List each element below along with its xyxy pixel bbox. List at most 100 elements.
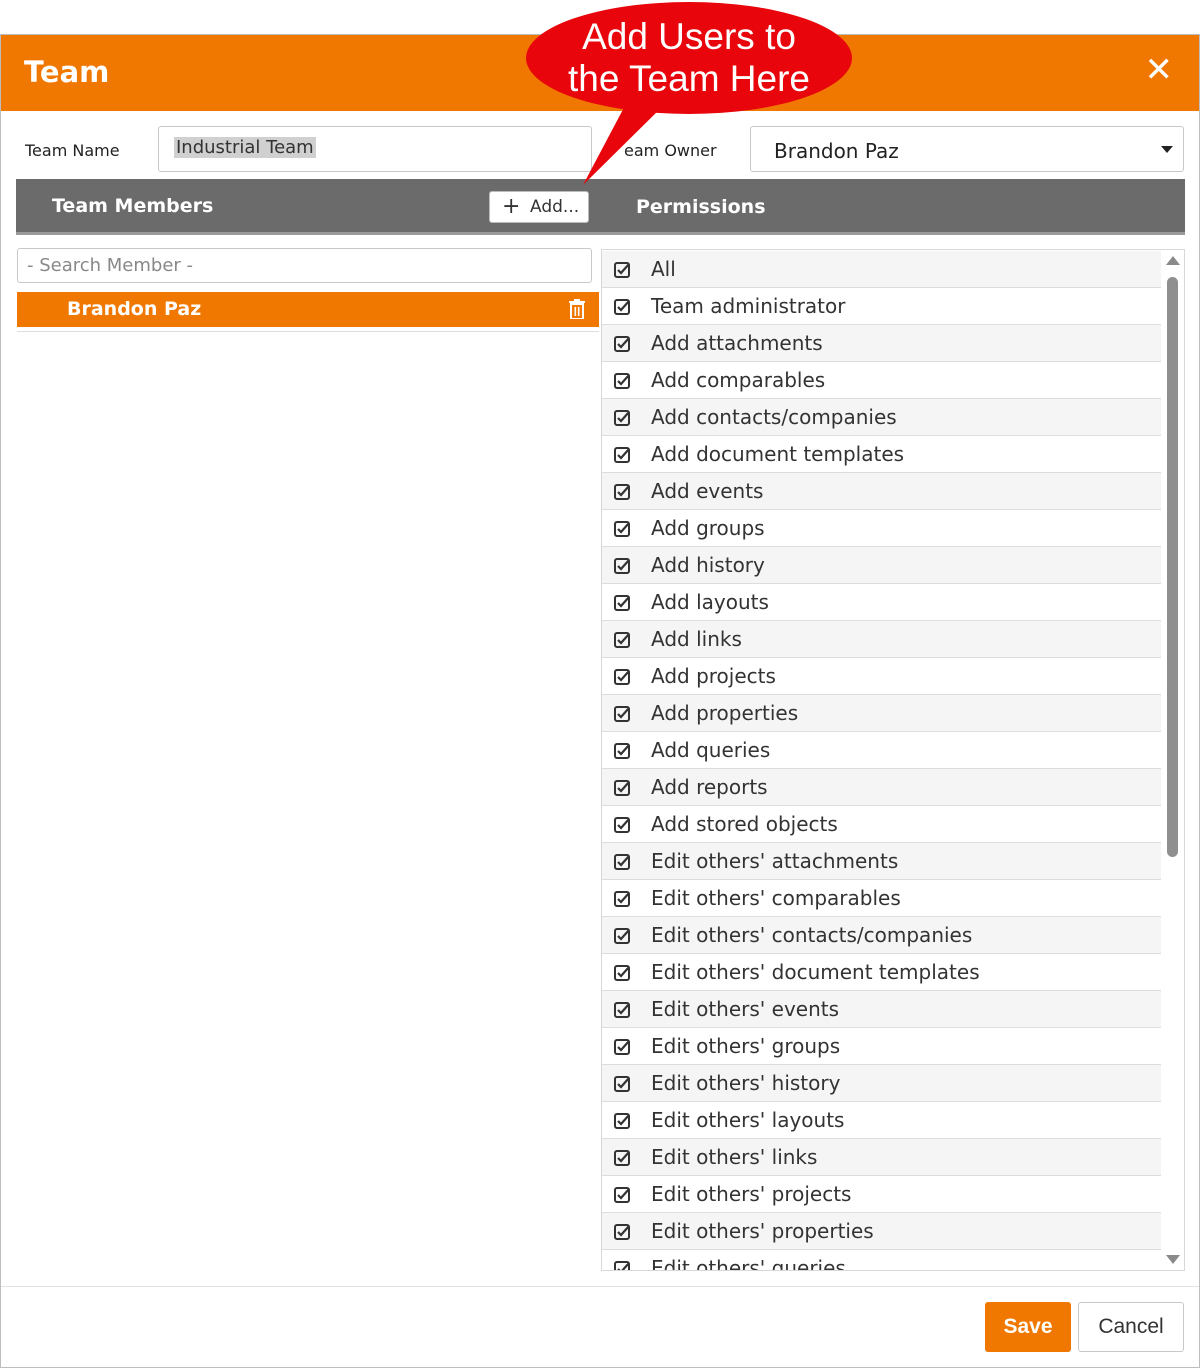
permission-row[interactable]: Add history [602,547,1161,584]
checkbox-checked-icon[interactable] [614,965,630,981]
checkbox-checked-icon[interactable] [614,1224,630,1240]
footer-divider [1,1286,1199,1287]
arrow-up-icon[interactable] [1166,256,1180,265]
permission-row[interactable]: Add layouts [602,584,1161,621]
permission-row[interactable]: Edit others' projects [602,1176,1161,1213]
add-member-button[interactable]: + Add... [489,191,589,223]
checkbox-checked-icon[interactable] [614,299,630,315]
permission-row[interactable]: Add properties [602,695,1161,732]
permission-label: Edit others' queries [651,1256,846,1271]
permissions-title: Permissions [636,196,766,218]
permission-label: Add comparables [651,368,826,392]
permission-row[interactable]: Edit others' events [602,991,1161,1028]
permission-row[interactable]: Add groups [602,510,1161,547]
permission-row[interactable]: Team administrator [602,288,1161,325]
permission-label: Add queries [651,738,771,762]
permission-label: Add reports [651,775,768,799]
trash-icon[interactable] [569,299,585,319]
checkbox-checked-icon[interactable] [614,669,630,685]
permissions-scrollbar[interactable] [1163,250,1183,1270]
permission-row[interactable]: Edit others' contacts/companies [602,917,1161,954]
permissions-header: Permissions [601,179,1185,235]
permission-label: Add contacts/companies [651,405,897,429]
permission-row[interactable]: Edit others' links [602,1139,1161,1176]
checkbox-checked-icon[interactable] [614,928,630,944]
checkbox-checked-icon[interactable] [614,595,630,611]
add-member-label: Add... [530,197,580,217]
team-owner-select[interactable]: Brandon Paz [750,126,1184,172]
permission-label: Add links [651,627,742,651]
team-owner-value: Brandon Paz [774,139,899,163]
checkbox-checked-icon[interactable] [614,1150,630,1166]
permission-label: Team administrator [651,294,846,318]
checkbox-checked-icon[interactable] [614,1261,630,1271]
checkbox-checked-icon[interactable] [614,891,630,907]
cancel-button[interactable]: Cancel [1078,1302,1184,1352]
checkbox-checked-icon[interactable] [614,336,630,352]
checkbox-checked-icon[interactable] [614,817,630,833]
checkbox-checked-icon[interactable] [614,1039,630,1055]
search-member-input[interactable]: - Search Member - [17,248,592,283]
checkbox-checked-icon[interactable] [614,706,630,722]
permission-label: Add groups [651,516,765,540]
permission-row[interactable]: Add contacts/companies [602,399,1161,436]
permission-row[interactable]: Add queries [602,732,1161,769]
member-list-divider [17,331,599,332]
permission-label: Edit others' groups [651,1034,841,1058]
permission-row[interactable]: Add attachments [602,325,1161,362]
permission-row[interactable]: Edit others' history [602,1065,1161,1102]
permission-label: Add attachments [651,331,823,355]
permission-row[interactable]: Add stored objects [602,806,1161,843]
arrow-down-icon[interactable] [1166,1255,1180,1264]
dialog-header: Team ✕ [1,35,1199,111]
permission-row[interactable]: Edit others' queries [602,1250,1161,1271]
checkbox-checked-icon[interactable] [614,1076,630,1092]
permission-label: Edit others' history [651,1071,841,1095]
permission-label: Add properties [651,701,799,725]
checkbox-checked-icon[interactable] [614,262,630,278]
checkbox-checked-icon[interactable] [614,1187,630,1203]
chevron-down-icon [1161,146,1173,153]
permission-row[interactable]: All [602,251,1161,288]
save-button[interactable]: Save [985,1302,1071,1352]
checkbox-checked-icon[interactable] [614,484,630,500]
plus-icon: + [502,194,521,219]
checkbox-checked-icon[interactable] [614,1113,630,1129]
permission-row[interactable]: Edit others' comparables [602,880,1161,917]
checkbox-checked-icon[interactable] [614,780,630,796]
permission-row[interactable]: Add projects [602,658,1161,695]
close-icon[interactable]: ✕ [1145,53,1174,87]
checkbox-checked-icon[interactable] [614,521,630,537]
permission-row[interactable]: Edit others' groups [602,1028,1161,1065]
checkbox-checked-icon[interactable] [614,447,630,463]
search-member-placeholder: - Search Member - [27,255,194,276]
permission-row[interactable]: Add reports [602,769,1161,806]
permission-row[interactable]: Add comparables [602,362,1161,399]
permission-label: Edit others' comparables [651,886,901,910]
checkbox-checked-icon[interactable] [614,632,630,648]
permission-row[interactable]: Edit others' document templates [602,954,1161,991]
team-name-field[interactable]: Industrial Team [158,126,592,172]
permission-label: Add stored objects [651,812,838,836]
permission-label: Add layouts [651,590,769,614]
team-dialog: Team ✕ Team Name Industrial Team eam Own… [0,34,1200,1368]
permission-row[interactable]: Add links [602,621,1161,658]
checkbox-checked-icon[interactable] [614,743,630,759]
checkbox-checked-icon[interactable] [614,854,630,870]
member-row[interactable]: Brandon Paz [17,292,599,327]
permission-row[interactable]: Edit others' layouts [602,1102,1161,1139]
team-name-value: Industrial Team [174,137,316,158]
scrollbar-thumb[interactable] [1167,277,1178,857]
team-members-title: Team Members [52,195,214,217]
permission-row[interactable]: Edit others' properties [602,1213,1161,1250]
checkbox-checked-icon[interactable] [614,410,630,426]
permission-row[interactable]: Add document templates [602,436,1161,473]
permission-row[interactable]: Edit others' attachments [602,843,1161,880]
checkbox-checked-icon[interactable] [614,1002,630,1018]
checkbox-checked-icon[interactable] [614,558,630,574]
permission-row[interactable]: Add events [602,473,1161,510]
permission-label: Edit others' attachments [651,849,899,873]
team-members-header: Team Members + Add... [16,179,601,235]
checkbox-checked-icon[interactable] [614,373,630,389]
permission-label: Add history [651,553,765,577]
